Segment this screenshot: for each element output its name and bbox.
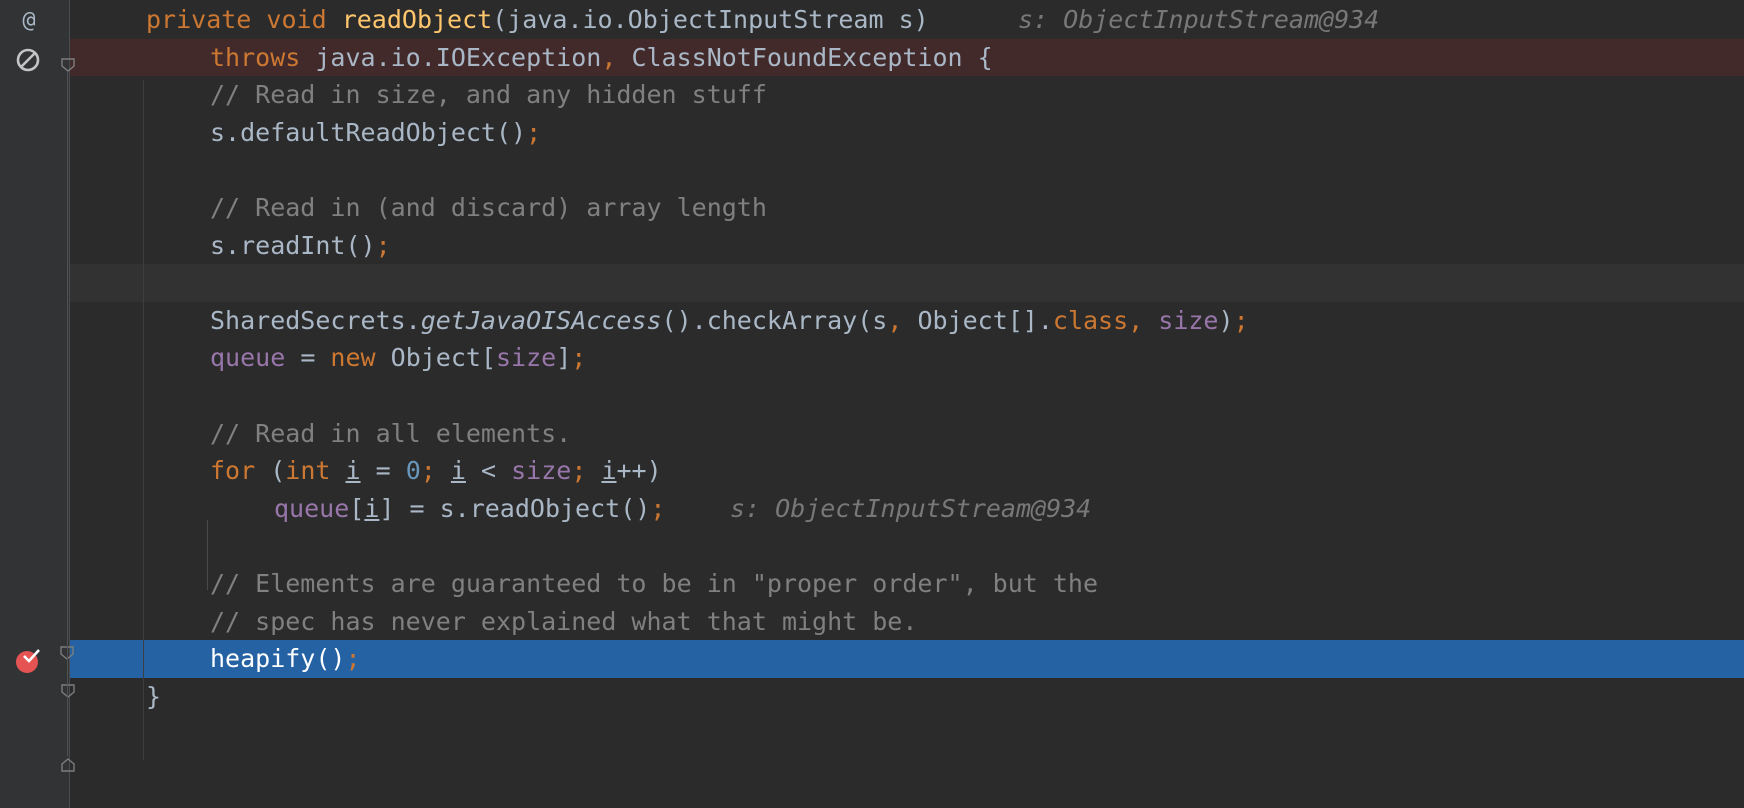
code-line-13[interactable]: for (int i = 0; i < size; i++) <box>210 451 662 491</box>
fold-range-line <box>67 72 68 756</box>
semicolon: ; <box>1233 305 1249 335</box>
keyword: class <box>1052 305 1129 335</box>
method-call: s.defaultReadObject() <box>210 117 527 147</box>
method-name: readObject <box>341 5 493 34</box>
punctuation: , <box>1128 305 1159 335</box>
keyword: int <box>285 456 346 486</box>
punctuation: ] <box>556 343 572 373</box>
keyword: void <box>266 5 342 34</box>
code-editor[interactable]: @ private void readObject(java.io.Object… <box>0 0 1744 808</box>
parameter-list: (java.io.ObjectInputStream s) <box>492 5 929 34</box>
type-name: ClassNotFoundException { <box>631 42 993 72</box>
punctuation: [ <box>349 493 365 523</box>
field-ref: size <box>1158 305 1219 335</box>
operator: ++) <box>616 456 662 486</box>
type-name: java.io.IOException <box>315 42 602 72</box>
method-call: ] = s.readObject() <box>379 493 651 523</box>
semicolon: ; <box>375 230 391 260</box>
field-ref: queue <box>210 343 286 373</box>
code-line-18[interactable]: heapify(); <box>210 639 361 679</box>
method-call: s.readInt() <box>210 230 376 260</box>
field-ref: size <box>511 456 572 486</box>
semicolon: ; <box>571 343 587 373</box>
semicolon: ; <box>526 117 542 147</box>
semicolon: ; <box>345 644 361 674</box>
code-comment[interactable]: // Read in all elements. <box>210 414 571 454</box>
indent-guide <box>143 80 144 760</box>
variable-ref: i <box>601 456 617 486</box>
fold-end-icon[interactable] <box>61 758 75 772</box>
fold-start-icon[interactable] <box>61 58 75 72</box>
code-comment[interactable]: // Elements are guaranteed to be in "pro… <box>210 564 1098 604</box>
override-marker-icon[interactable]: @ <box>14 7 44 35</box>
gutter[interactable] <box>0 0 70 808</box>
code-line-7[interactable]: s.readInt(); <box>210 226 391 266</box>
semicolon: ; <box>420 456 451 486</box>
inline-value-hint: s: ObjectInputStream@934 <box>1018 5 1380 34</box>
variable-ref: i <box>345 456 361 486</box>
code-line-2[interactable]: throws java.io.IOException, ClassNotFoun… <box>210 38 993 78</box>
code-line-19[interactable]: } <box>146 677 161 717</box>
operator: < <box>465 456 512 486</box>
operator: = <box>360 456 406 486</box>
variable-ref: i <box>364 493 380 523</box>
code-comment[interactable]: // spec has never explained what that mi… <box>210 602 917 642</box>
code-line-4[interactable]: s.defaultReadObject(); <box>210 113 541 153</box>
static-method-call: getJavaOISAccess <box>420 305 662 335</box>
code-line-9[interactable]: SharedSecrets.getJavaOISAccess().checkAr… <box>210 301 1249 341</box>
field-ref: size <box>496 343 557 373</box>
closing-brace: } <box>146 681 162 711</box>
method-call: heapify() <box>210 644 346 674</box>
semicolon: ; <box>650 493 666 523</box>
number-literal: 0 <box>405 456 421 486</box>
punctuation: , <box>887 305 918 335</box>
breakpoint-check-icon[interactable] <box>14 647 42 675</box>
fold-start-icon[interactable] <box>61 684 75 698</box>
keyword: throws <box>210 42 316 72</box>
code-comment[interactable]: // Read in size, and any hidden stuff <box>210 75 767 115</box>
semicolon: ; <box>571 456 602 486</box>
caret-line <box>0 264 1744 302</box>
method-call: ().checkArray(s <box>661 305 888 335</box>
variable-ref: i <box>450 456 466 486</box>
code-line-10[interactable]: queue = new Object[size]; <box>210 338 586 378</box>
punctuation: , <box>601 42 632 72</box>
code-comment[interactable]: // Read in (and discard) array length <box>210 188 767 228</box>
no-entry-icon[interactable] <box>14 46 42 74</box>
type-name: Object[]. <box>917 305 1053 335</box>
indent-guide <box>207 520 208 590</box>
field-ref: queue <box>274 493 350 523</box>
type-name: Object[ <box>390 343 496 373</box>
code-line-1[interactable]: private void readObject(java.io.ObjectIn… <box>146 0 929 40</box>
keyword: private <box>146 5 267 34</box>
class-ref: SharedSecrets. <box>210 305 421 335</box>
punctuation: ( <box>270 456 286 486</box>
inline-value-hint: s: ObjectInputStream@934 <box>730 493 1092 523</box>
operator: = <box>285 343 331 373</box>
punctuation: ) <box>1218 305 1234 335</box>
keyword: new <box>330 343 391 373</box>
keyword: for <box>210 456 271 486</box>
code-line-14[interactable]: queue[i] = s.readObject(); <box>274 489 665 529</box>
